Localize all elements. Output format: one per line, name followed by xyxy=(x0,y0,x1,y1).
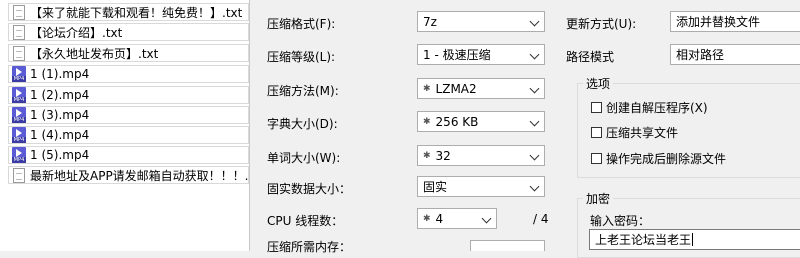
level-label: 压缩等级(L): xyxy=(267,50,336,64)
chevron-down-icon xyxy=(529,116,540,127)
format-label: 压缩格式(F): xyxy=(267,17,336,31)
file-row[interactable]: 1 (5).mp4 xyxy=(8,146,249,164)
chevron-down-icon xyxy=(529,181,540,192)
text-file-icon xyxy=(13,24,25,40)
dict-label: 字典大小(D): xyxy=(267,117,338,131)
checkbox-box[interactable] xyxy=(591,153,602,164)
method-select[interactable]: ✱ LZMA2 xyxy=(417,78,545,99)
dict-select[interactable]: ✱ 256 KB xyxy=(417,111,545,132)
checkbox-box[interactable] xyxy=(591,102,602,113)
file-name: 1 (3).mp4 xyxy=(30,108,90,122)
file-row[interactable]: 1 (2).mp4 xyxy=(8,86,249,104)
chevron-down-icon xyxy=(529,83,540,94)
star-icon: ✱ xyxy=(423,150,431,161)
level-select[interactable]: 1 - 极速压缩 xyxy=(417,44,545,65)
format-select[interactable]: 7z xyxy=(417,11,545,32)
path-mode-label: 路径模式 xyxy=(566,50,615,64)
file-name: 【永久地址发布页】.txt xyxy=(30,46,159,61)
file-name: 【来了就能下载和观看！纯免费！】.txt xyxy=(30,5,243,20)
memory-value-field xyxy=(470,240,545,251)
chevron-down-icon xyxy=(529,49,540,60)
path-mode-value: 相对路径 xyxy=(676,48,725,62)
text-cursor xyxy=(692,233,694,246)
star-icon: ✱ xyxy=(423,83,431,94)
threads-label: CPU 线程数： xyxy=(267,214,344,228)
format-value: 7z xyxy=(423,14,437,29)
chevron-down-icon xyxy=(529,150,540,161)
update-mode-select[interactable]: 添加并替换文件 xyxy=(670,11,800,32)
chevron-down-icon xyxy=(481,213,492,224)
file-row[interactable]: 1 (1).mp4 xyxy=(8,65,249,83)
method-label: 压缩方法(M): xyxy=(267,84,339,98)
path-mode-select[interactable]: 相对路径 xyxy=(670,44,800,65)
text-file-icon xyxy=(13,45,25,61)
video-file-icon xyxy=(12,127,26,143)
file-name: 最新地址及APP请发邮箱自动获取！！！.... xyxy=(30,168,248,183)
file-name: 【论坛介绍】.txt xyxy=(30,25,123,40)
file-list[interactable]: 【来了就能下载和观看！纯免费！】.txt 【论坛介绍】.txt 【永久地址发布页… xyxy=(0,0,250,251)
file-name: 1 (5).mp4 xyxy=(30,148,90,162)
dict-value: 256 KB xyxy=(435,114,479,129)
star-icon: ✱ xyxy=(423,116,431,127)
delete-source-checkbox[interactable]: 操作完成后删除源文件 xyxy=(591,150,726,167)
encryption-title: 加密 xyxy=(583,190,614,207)
password-value: 上老王论坛当老王 xyxy=(595,233,692,247)
word-label: 单词大小(W): xyxy=(267,151,341,165)
file-row[interactable]: 【永久地址发布页】.txt xyxy=(8,44,249,62)
file-row[interactable]: 1 (3).mp4 xyxy=(8,106,249,124)
sfx-checkbox[interactable]: 创建自解压程序(X) xyxy=(591,99,708,116)
compression-settings-panel: 压缩格式(F): 压缩等级(L): 压缩方法(M): 字典大小(D): 单词大小… xyxy=(250,0,800,258)
solid-value: 固实 xyxy=(423,180,448,194)
threads-value: 4 xyxy=(435,211,444,226)
word-select[interactable]: ✱ 32 xyxy=(417,145,545,166)
solid-select[interactable]: 固实 xyxy=(417,176,545,197)
word-value: 32 xyxy=(435,148,451,163)
method-value: LZMA2 xyxy=(435,81,477,96)
threads-select[interactable]: ✱ 4 xyxy=(417,208,497,229)
level-value: 1 - 极速压缩 xyxy=(423,48,491,62)
update-mode-value: 添加并替换文件 xyxy=(676,15,761,29)
video-file-icon xyxy=(12,147,26,163)
options-title: 选项 xyxy=(583,75,614,92)
password-label: 输入密码： xyxy=(590,214,651,228)
file-name: 1 (4).mp4 xyxy=(30,128,90,142)
shared-label: 压缩共享文件 xyxy=(606,126,679,140)
threads-total: / 4 xyxy=(533,212,549,226)
file-row[interactable]: 最新地址及APP请发邮箱自动获取！！！.... xyxy=(8,166,249,184)
chevron-down-icon xyxy=(529,16,540,27)
file-name: 1 (1).mp4 xyxy=(30,67,90,81)
solid-label: 固实数据大小： xyxy=(267,182,352,196)
shared-checkbox[interactable]: 压缩共享文件 xyxy=(591,124,678,141)
file-row[interactable]: 【论坛介绍】.txt xyxy=(8,23,249,41)
video-file-icon xyxy=(12,66,26,82)
sfx-label: 创建自解压程序(X) xyxy=(606,101,708,115)
video-file-icon xyxy=(12,87,26,103)
text-file-icon xyxy=(13,167,25,183)
password-input[interactable]: 上老王论坛当老王 xyxy=(589,229,800,250)
update-mode-label: 更新方式(U): xyxy=(566,17,637,31)
file-row[interactable]: 【来了就能下载和观看！纯免费！】.txt xyxy=(8,3,249,21)
file-name: 1 (2).mp4 xyxy=(30,88,90,102)
checkbox-box[interactable] xyxy=(591,127,602,138)
text-file-icon xyxy=(13,4,25,20)
memory-label: 压缩所需内存： xyxy=(267,240,352,254)
file-row[interactable]: 1 (4).mp4 xyxy=(8,126,249,144)
star-icon: ✱ xyxy=(423,213,431,224)
delete-source-label: 操作完成后删除源文件 xyxy=(606,152,727,166)
video-file-icon xyxy=(12,107,26,123)
